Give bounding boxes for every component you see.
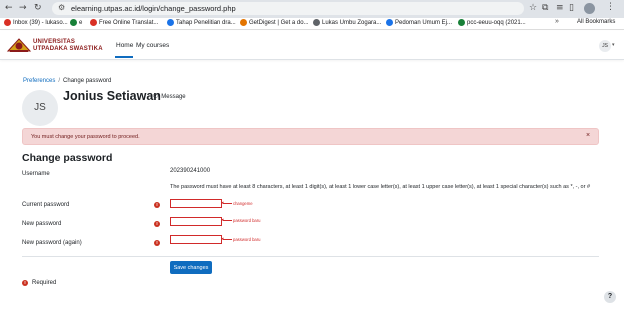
required-icon: ! (22, 280, 28, 286)
drive-icon (167, 19, 174, 26)
reload-icon[interactable]: ↻ (34, 3, 42, 13)
required-icon: ! (154, 202, 160, 208)
user-avatar: JS (22, 90, 58, 126)
star-icon[interactable]: ☆ (529, 3, 537, 13)
bookmark-item[interactable]: Pedoman Umum Ej... (386, 19, 452, 26)
meet-icon (458, 19, 465, 26)
bookmarks-bar: Inbox (39) - lukaso... e Free Online Tra… (0, 18, 624, 30)
whatsapp-icon (70, 19, 77, 26)
arrow-left-icon: ◂ (221, 236, 224, 242)
university-name[interactable]: UNIVERSITAS UTPADAKA SWASTIKA (33, 39, 103, 52)
required-legend: ! Required (22, 280, 56, 286)
profile-avatar-icon[interactable] (584, 3, 595, 14)
extensions-icon[interactable]: ⧉ (542, 3, 548, 13)
breadcrumb-separator: / (58, 78, 61, 84)
username-value: 202390241000 (170, 168, 211, 174)
user-menu-avatar[interactable]: JS (599, 40, 611, 52)
annotation-arrow (223, 203, 232, 204)
username-label: Username (22, 171, 50, 177)
chat-bubble-icon: 💬︎ (152, 94, 160, 100)
bookmark-item[interactable]: GetDigest | Get a do... (240, 19, 309, 26)
bookmark-item[interactable]: Inbox (39) - lukaso... (4, 19, 68, 26)
page-title: Change password (22, 152, 113, 164)
university-logo-icon[interactable] (6, 37, 32, 53)
annotation-arrow (223, 239, 232, 240)
new-password-again-input[interactable] (170, 235, 222, 244)
arrow-left-icon: ◂ (221, 200, 224, 206)
menu-list-icon[interactable]: ≡ (556, 3, 564, 13)
annotation-new-again: password baru (233, 237, 261, 242)
arrow-left-icon: ◂ (221, 217, 224, 223)
required-icon: ! (154, 240, 160, 246)
save-changes-button[interactable]: Save changes (170, 261, 212, 274)
bookmark-item[interactable]: e (70, 19, 82, 26)
alert-message: You must change your password to proceed… (31, 134, 140, 140)
document-icon (386, 19, 393, 26)
user-full-name: Jonius Setiawan (63, 89, 161, 103)
active-nav-indicator (115, 56, 133, 58)
error-alert: You must change your password to proceed… (22, 128, 599, 145)
translate-icon (90, 19, 97, 26)
site-navbar: UNIVERSITAS UTPADAKA SWASTIKA Home My co… (0, 31, 624, 60)
breadcrumb: Preferences / Change password (23, 78, 111, 84)
close-icon[interactable]: × (586, 132, 590, 139)
annotation-arrow (223, 220, 232, 221)
current-password-label: Current password (22, 202, 70, 208)
bookmark-item[interactable]: Tahap Penelitian dra... (167, 19, 236, 26)
breadcrumb-current: Change password (63, 78, 112, 84)
kebab-menu-icon[interactable]: ⋮ (606, 2, 615, 12)
browser-toolbar: ← → ↻ ⚙ elearning.utpas.ac.id/login/chan… (0, 0, 624, 18)
annotation-current: changeme (233, 201, 253, 206)
annotation-new: password baru (233, 218, 261, 223)
new-password-label: New password (22, 221, 62, 227)
form-divider (22, 256, 599, 257)
getdigest-icon (240, 19, 247, 26)
url-text: elearning.utpas.ac.id/login/change_passw… (71, 4, 236, 13)
sidepanel-icon[interactable]: ▯ (569, 3, 574, 13)
address-bar[interactable]: ⚙ elearning.utpas.ac.id/login/change_pas… (52, 2, 524, 15)
new-password-again-label: New password (again) (22, 240, 82, 246)
scholar-icon (313, 19, 320, 26)
current-password-input[interactable] (170, 199, 222, 208)
bookmark-item[interactable]: Lukas Umbu Zogara... (313, 19, 381, 26)
password-policy-text: The password must have at least 8 charac… (170, 184, 591, 190)
gmail-icon (4, 19, 11, 26)
new-password-input[interactable] (170, 217, 222, 226)
forward-icon[interactable]: → (19, 3, 27, 13)
bookmark-item[interactable]: pcc-eeuu-oqq (2021... (458, 19, 526, 26)
required-icon: ! (154, 221, 160, 227)
all-bookmarks[interactable]: All Bookmarks (577, 19, 615, 25)
site-info-icon[interactable]: ⚙ (58, 3, 65, 12)
message-button[interactable]: 💬︎ Message (152, 93, 186, 100)
chevron-down-icon[interactable]: ▾ (612, 42, 615, 48)
nav-my-courses-link[interactable]: My courses (136, 42, 169, 49)
back-icon[interactable]: ← (5, 3, 13, 13)
more-bookmarks-icon[interactable]: » (555, 18, 559, 25)
help-button[interactable]: ? (604, 291, 616, 303)
bookmark-item[interactable]: Free Online Translat... (90, 19, 158, 26)
nav-home-link[interactable]: Home (116, 42, 133, 49)
breadcrumb-preferences[interactable]: Preferences (23, 78, 55, 84)
